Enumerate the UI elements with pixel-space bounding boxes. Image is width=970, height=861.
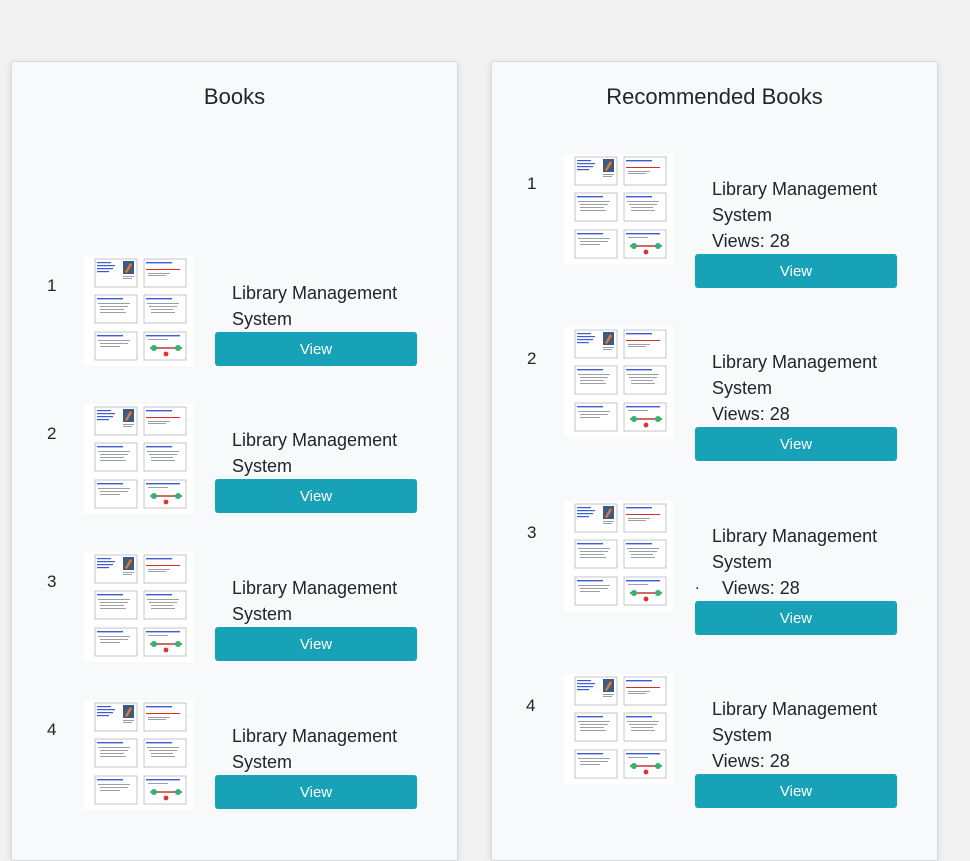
slide-deck-thumbnail-icon xyxy=(564,674,674,784)
book-index: 1 xyxy=(527,174,537,193)
book-title: Library Management System xyxy=(232,283,398,329)
book-title: Library Management System xyxy=(712,352,878,398)
book-thumbnail[interactable] xyxy=(564,674,674,784)
book-title: Library Management System xyxy=(232,726,398,772)
book-index: 1 xyxy=(47,276,57,295)
book-index: 2 xyxy=(47,424,57,443)
book-index: 4 xyxy=(47,720,57,739)
stray-dot: . xyxy=(695,576,700,593)
view-count: Views: 28 xyxy=(722,578,800,598)
view-button[interactable]: View xyxy=(695,254,897,288)
view-button[interactable]: View xyxy=(215,332,417,366)
book-thumbnail[interactable] xyxy=(84,700,194,810)
slide-deck-thumbnail-icon xyxy=(84,700,194,810)
books-panel-title: Books xyxy=(203,84,266,109)
recommended-list-item: 3 Library Management System . Views: 28 … xyxy=(492,501,937,635)
recommended-books-panel: Recommended Books 1 Library Management S… xyxy=(491,61,938,861)
view-button[interactable]: View xyxy=(215,627,417,661)
recommended-panel-title: Recommended Books xyxy=(606,84,823,109)
view-button[interactable]: View xyxy=(695,601,897,635)
book-title: Library Management System xyxy=(712,526,878,572)
books-panel: Books 1 Library Management System View 2… xyxy=(11,61,458,861)
book-index: 4 xyxy=(526,696,536,715)
book-title: Library Management System xyxy=(232,430,398,476)
book-list-item: 4 Library Management System View xyxy=(12,700,457,812)
slide-deck-thumbnail-icon xyxy=(84,552,194,662)
slide-deck-thumbnail-icon xyxy=(564,501,674,611)
view-button[interactable]: View xyxy=(695,427,897,461)
book-title: Library Management System xyxy=(712,179,878,225)
book-title: Library Management System xyxy=(232,578,398,624)
book-index: 3 xyxy=(47,572,57,591)
book-index: 3 xyxy=(527,523,537,542)
book-list-item: 2 Library Management System View xyxy=(12,404,457,516)
book-thumbnail[interactable] xyxy=(84,552,194,662)
slide-deck-thumbnail-icon xyxy=(564,154,674,264)
view-button[interactable]: View xyxy=(215,479,417,513)
book-thumbnail[interactable] xyxy=(564,327,674,437)
book-list-item: 3 Library Management System View xyxy=(12,552,457,664)
recommended-list-item: 2 Library Management System Views: 28 Vi… xyxy=(492,327,937,461)
slide-deck-thumbnail-icon xyxy=(564,327,674,437)
recommended-list-item: 4 Library Management System Views: 28 Vi… xyxy=(492,674,937,808)
view-count: Views: 28 xyxy=(712,751,790,771)
recommended-list-item: 1 Library Management System Views: 28 Vi… xyxy=(492,154,937,288)
book-thumbnail[interactable] xyxy=(564,154,674,264)
slide-deck-thumbnail-icon xyxy=(84,256,194,366)
view-button[interactable]: View xyxy=(695,774,897,808)
book-list-item: 1 Library Management System View xyxy=(12,256,457,368)
book-thumbnail[interactable] xyxy=(564,501,674,611)
slide-deck-thumbnail-icon xyxy=(84,404,194,514)
view-count: Views: 28 xyxy=(712,404,790,424)
book-title: Library Management System xyxy=(712,699,878,745)
book-thumbnail[interactable] xyxy=(84,404,194,514)
view-count: Views: 28 xyxy=(712,231,790,251)
book-thumbnail[interactable] xyxy=(84,256,194,366)
view-button[interactable]: View xyxy=(215,775,417,809)
book-index: 2 xyxy=(527,349,537,368)
